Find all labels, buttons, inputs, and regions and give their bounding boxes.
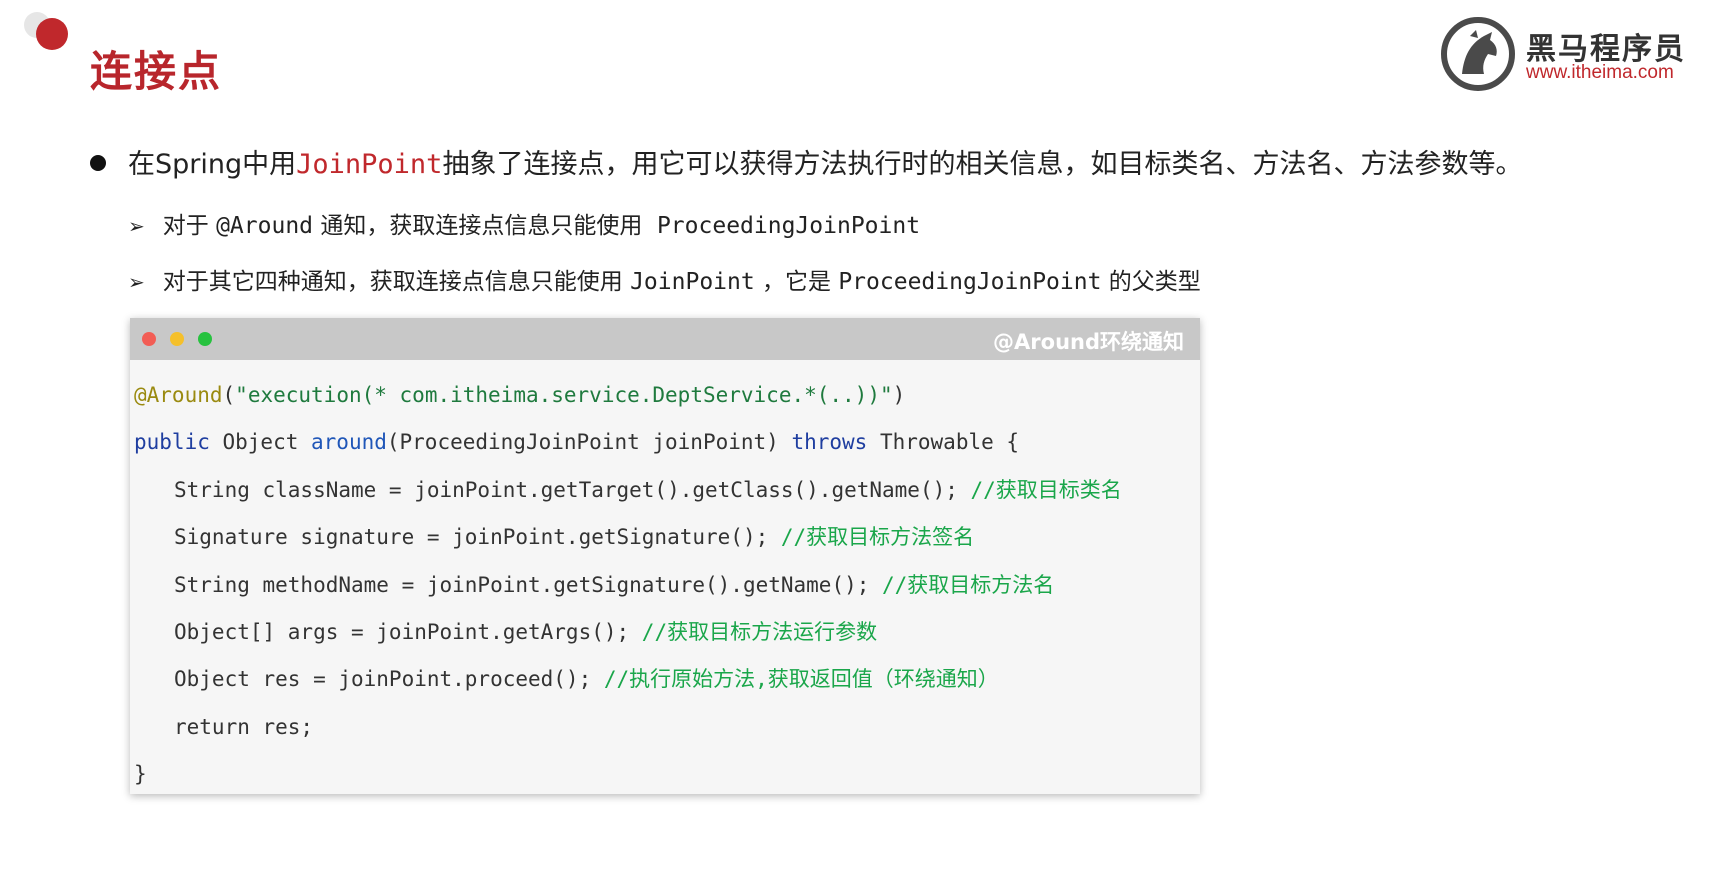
code-comment: //执行原始方法,获取返回值（环绕通知） — [603, 667, 999, 692]
code-annotation: @Around — [134, 383, 223, 407]
code-text: Signature signature = joinPoint.getSigna… — [174, 525, 781, 550]
code-text: String className = joinPoint.getTarget()… — [174, 477, 971, 502]
code-window-title: @Around环绕通知 — [993, 330, 1184, 354]
code-punct: ) — [892, 383, 906, 407]
slide-title: 连接点 — [90, 47, 223, 96]
code-window-titlebar: @Around环绕通知 — [130, 318, 1200, 360]
code-comment: //获取目标方法名 — [882, 572, 1055, 597]
sub-point-text: 对于 — [162, 213, 217, 239]
code-keyword: throws — [791, 430, 868, 455]
code-comment: //获取目标方法签名 — [780, 525, 975, 550]
sub-point-text: ，它是 — [754, 269, 839, 295]
code-method-name: around — [311, 430, 387, 455]
code-punct: ( — [222, 383, 236, 407]
window-minimize-dot-icon — [170, 332, 184, 346]
code-line: @Around("execution(* com.itheima.service… — [130, 372, 1200, 419]
code-text: Object — [209, 430, 312, 455]
main-bullet-highlight: JoinPoint — [296, 149, 443, 180]
main-bullet: 在Spring中用JoinPoint抽象了连接点，用它可以获得方法执行时的相关信… — [90, 142, 1522, 181]
code-text: return res; — [174, 714, 314, 739]
code-window: @Around环绕通知 @Around("execution(* com.ith… — [130, 318, 1200, 794]
sub-point-text: 通知，获取连接点信息只能使用 — [313, 213, 657, 239]
code-line: Object res = joinPoint.proceed(); //执行原始… — [130, 656, 1200, 703]
code-body: @Around("execution(* com.itheima.service… — [130, 360, 1200, 794]
code-text: Object[] args = joinPoint.getArgs(); — [174, 619, 642, 644]
arrow-bullet-icon: ➢ — [128, 214, 145, 238]
code-line: Object[] args = joinPoint.getArgs(); //获… — [130, 609, 1200, 656]
bullet-dot-icon — [90, 154, 106, 171]
sub-point-other-advice: ➢ 对于其它四种通知，获取连接点信息只能使用 JoinPoint ，它是 Proc… — [128, 262, 1201, 296]
code-line: public Object around(ProceedingJoinPoint… — [130, 419, 1200, 466]
sub-point-text: 的父类型 — [1101, 269, 1201, 295]
code-text: String methodName = joinPoint.getSignatu… — [174, 572, 883, 597]
code-comment: //获取目标类名 — [970, 477, 1122, 502]
sub-point-code: JoinPoint — [630, 269, 755, 295]
sub-point-code: ProceedingJoinPoint — [838, 269, 1102, 295]
code-line: return res; — [130, 704, 1200, 751]
code-line: String className = joinPoint.getTarget()… — [130, 467, 1200, 514]
code-line: Signature signature = joinPoint.getSigna… — [130, 514, 1200, 561]
code-text: Throwable { — [867, 430, 1020, 455]
code-keyword: public — [134, 430, 210, 455]
decor-circle-red — [36, 18, 68, 50]
code-comment: //获取目标方法运行参数 — [641, 619, 878, 644]
window-close-dot-icon — [142, 332, 156, 346]
arrow-bullet-icon: ➢ — [128, 270, 145, 294]
brand-logo: 黑马程序员 www.itheima.com — [1440, 14, 1700, 91]
code-line: } — [130, 751, 1200, 794]
sub-point-code: ProceedingJoinPoint — [656, 213, 921, 239]
main-bullet-text-before: 在Spring中用 — [128, 149, 297, 180]
code-text: Object res = joinPoint.proceed(); — [174, 667, 604, 692]
sub-point-text: 对于其它四种通知，获取连接点信息只能使用 — [162, 269, 631, 295]
code-line: String methodName = joinPoint.getSignatu… — [130, 562, 1200, 609]
main-bullet-text-after: 抽象了连接点，用它可以获得方法执行时的相关信息，如目标类名、方法名、方法参数等。 — [442, 149, 1523, 180]
code-text: } — [134, 762, 147, 787]
window-maximize-dot-icon — [198, 332, 212, 346]
sub-point-code: @Around — [216, 213, 314, 239]
code-text: (ProceedingJoinPoint joinPoint) — [386, 430, 792, 455]
code-string: "execution(* com.itheima.service.DeptSer… — [235, 383, 893, 407]
brand-url: www.itheima.com — [1526, 62, 1674, 83]
sub-point-around: ➢ 对于 @Around 通知，获取连接点信息只能使用 ProceedingJoi… — [128, 206, 920, 240]
horse-head-icon — [1441, 17, 1515, 91]
